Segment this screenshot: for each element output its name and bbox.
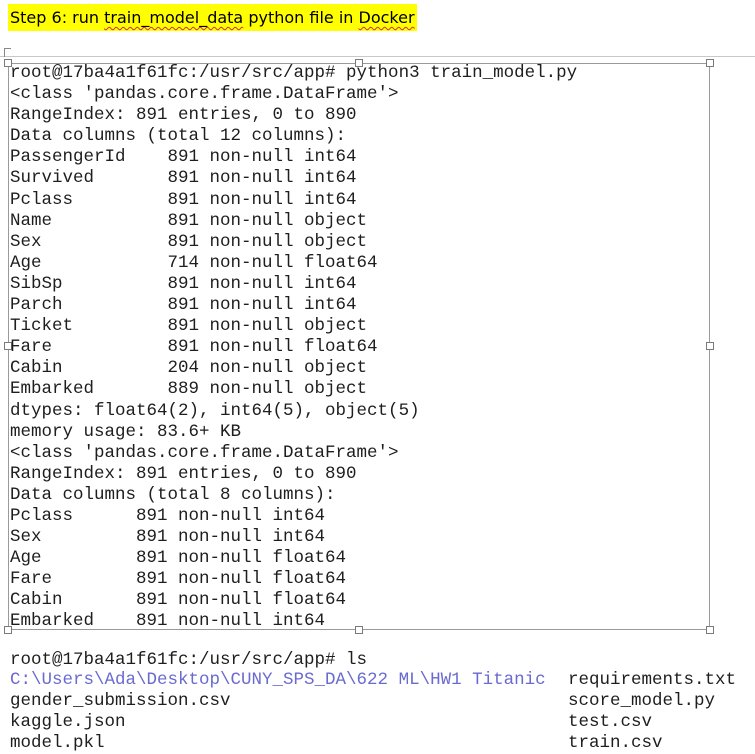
terminal-line: dtypes: float64(2), int64(5), object(5) (10, 400, 420, 421)
resize-handle-middle-right[interactable] (706, 342, 714, 350)
ls-file-entry[interactable]: C:\Users\Ada\Desktop\CUNY_SPS_DA\622 ML\… (10, 670, 546, 691)
text-crop-mark (4, 48, 11, 57)
terminal-line: RangeIndex: 891 entries, 0 to 890 (10, 105, 357, 126)
page-divider (0, 56, 755, 57)
terminal-line: Sex 891 non-null object (10, 231, 368, 252)
terminal-line: memory usage: 83.6+ KB (10, 421, 242, 442)
terminal-output: root@17ba4a1f61fc:/usr/src/app# python3 … (10, 63, 577, 633)
terminal-line: Ticket 891 non-null object (10, 316, 368, 337)
terminal-line: PassengerId 891 non-null int64 (10, 147, 357, 168)
terminal-line: Fare 891 non-null float64 (10, 569, 347, 590)
terminal-line: Data columns (total 12 columns): (10, 126, 347, 147)
ls-left-column: C:\Users\Ada\Desktop\CUNY_SPS_DA\622 ML\… (10, 670, 546, 754)
terminal-line: Fare 891 non-null float64 (10, 337, 378, 358)
ls-file-entry: score_model.py (568, 691, 716, 712)
terminal-line: Cabin 204 non-null object (10, 358, 368, 379)
resize-handle-top-right[interactable] (706, 59, 714, 67)
ls-file-entry: requirements.txt (568, 670, 737, 690)
terminal-line: Cabin 891 non-null float64 (10, 590, 347, 611)
ls-file-entry: test.csv (568, 712, 653, 733)
ls-right-column: requirements.txt score_model.py test.csv tr… (568, 670, 736, 754)
terminal-line: Name 891 non-null object (10, 210, 368, 231)
heading-middle: python file in (243, 8, 359, 27)
terminal-line: <class 'pandas.core.frame.DataFrame'> (10, 84, 399, 105)
terminal-line: Embarked 889 non-null object (10, 379, 368, 400)
terminal-line: Parch 891 non-null int64 (10, 295, 357, 316)
heading-filename: train_model_data (104, 8, 244, 27)
ls-file-entry: train.csv (568, 733, 663, 754)
terminal-line: Survived 891 non-null int64 (10, 168, 357, 189)
heading-docker: Docker (358, 8, 415, 27)
resize-handle-bottom-right[interactable] (706, 626, 714, 634)
terminal-line: Sex 891 non-null int64 (10, 527, 326, 548)
terminal-line: Data columns (total 8 columns): (10, 484, 336, 505)
ls-file-entry: kaggle.json (10, 712, 126, 733)
ls-file-entry: model.pkl (10, 733, 105, 754)
terminal-line: Age 891 non-null float64 (10, 548, 347, 569)
terminal-line: <class 'pandas.core.frame.DataFrame'> (10, 442, 399, 463)
terminal-line: Pclass 891 non-null int64 (10, 189, 357, 210)
terminal-line: RangeIndex: 891 entries, 0 to 890 (10, 463, 357, 484)
terminal-line: Age 714 non-null float64 (10, 252, 378, 273)
ls-file-entry: gender_submission.csv (10, 691, 231, 712)
terminal-line: root@17ba4a1f61fc:/usr/src/app# python3 … (10, 63, 578, 83)
terminal-line: Pclass 891 non-null int64 (10, 505, 326, 526)
step-heading: Step 6: run train_model_data python file… (8, 4, 417, 31)
ls-prompt: root@17ba4a1f61fc:/usr/src/app# ls (10, 650, 368, 670)
heading-prefix: Step 6: run (10, 8, 105, 27)
terminal-line: Embarked 891 non-null int64 (10, 611, 326, 632)
terminal-line: SibSp 891 non-null int64 (10, 273, 357, 294)
